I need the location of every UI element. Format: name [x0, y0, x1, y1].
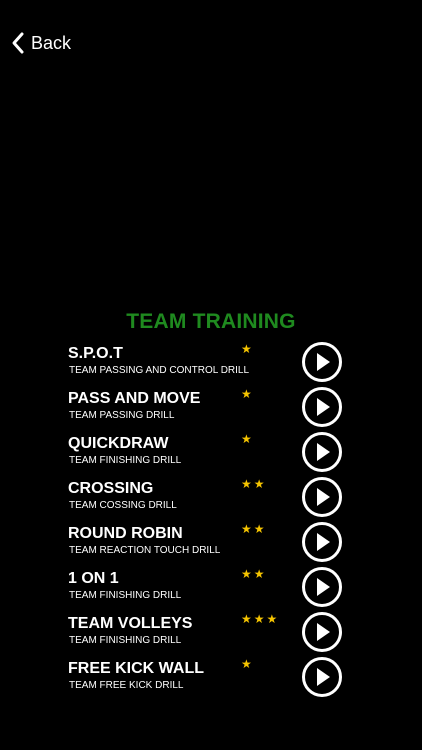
- star-rating: ★★: [241, 567, 267, 581]
- drill-row: 1 ON 1 TEAM FINISHING DRILL ★★: [0, 565, 422, 610]
- drill-name: TEAM VOLLEYS: [68, 615, 193, 632]
- drill-description: TEAM FINISHING DRILL: [69, 635, 182, 646]
- drill-description: TEAM FREE KICK DRILL: [69, 680, 184, 691]
- play-icon: [317, 398, 330, 416]
- back-button[interactable]: Back: [11, 30, 71, 56]
- drill-name: PASS AND MOVE: [68, 390, 201, 407]
- star-rating: ★: [241, 432, 254, 446]
- drill-name: 1 ON 1: [68, 570, 119, 587]
- play-icon: [317, 623, 330, 641]
- star-rating: ★: [241, 342, 254, 356]
- back-label: Back: [31, 32, 72, 53]
- drill-name: FREE KICK WALL: [68, 660, 204, 677]
- play-icon: [317, 668, 330, 686]
- drill-list: S.P.O.T TEAM PASSING AND CONTROL DRILL ★…: [0, 340, 422, 700]
- drill-row: S.P.O.T TEAM PASSING AND CONTROL DRILL ★: [0, 340, 422, 385]
- play-button[interactable]: [302, 387, 342, 427]
- play-icon: [317, 578, 330, 596]
- star-rating: ★★: [241, 522, 267, 536]
- play-icon: [317, 443, 330, 461]
- drill-name: CROSSING: [68, 480, 154, 497]
- drill-row: CROSSING TEAM COSSING DRILL ★★: [0, 475, 422, 520]
- play-button[interactable]: [302, 612, 342, 652]
- drill-row: QUICKDRAW TEAM FINISHING DRILL ★: [0, 430, 422, 475]
- drill-row: FREE KICK WALL TEAM FREE KICK DRILL ★: [0, 655, 422, 700]
- drill-name: ROUND ROBIN: [68, 525, 183, 542]
- chevron-left-icon: [12, 32, 24, 54]
- drill-description: TEAM PASSING AND CONTROL DRILL: [69, 365, 250, 376]
- star-rating: ★: [241, 657, 254, 671]
- star-rating: ★★★: [241, 612, 280, 626]
- play-button[interactable]: [302, 432, 342, 472]
- drill-description: TEAM REACTION TOUCH DRILL: [69, 545, 221, 556]
- page-title: TEAM TRAINING: [126, 310, 296, 333]
- play-icon: [317, 488, 330, 506]
- drill-row: TEAM VOLLEYS TEAM FINISHING DRILL ★★★: [0, 610, 422, 655]
- play-button[interactable]: [302, 477, 342, 517]
- drill-name: QUICKDRAW: [68, 435, 169, 452]
- drill-description: TEAM FINISHING DRILL: [69, 455, 182, 466]
- drill-description: TEAM COSSING DRILL: [69, 500, 177, 511]
- play-icon: [317, 353, 330, 371]
- drill-name: S.P.O.T: [68, 345, 123, 362]
- play-button[interactable]: [302, 657, 342, 697]
- drill-description: TEAM FINISHING DRILL: [69, 590, 182, 601]
- star-rating: ★: [241, 387, 254, 401]
- play-button[interactable]: [302, 342, 342, 382]
- drill-row: PASS AND MOVE TEAM PASSING DRILL ★: [0, 385, 422, 430]
- drill-row: ROUND ROBIN TEAM REACTION TOUCH DRILL ★★: [0, 520, 422, 565]
- play-icon: [317, 533, 330, 551]
- star-rating: ★★: [241, 477, 267, 491]
- play-button[interactable]: [302, 522, 342, 562]
- drill-description: TEAM PASSING DRILL: [69, 410, 175, 421]
- play-button[interactable]: [302, 567, 342, 607]
